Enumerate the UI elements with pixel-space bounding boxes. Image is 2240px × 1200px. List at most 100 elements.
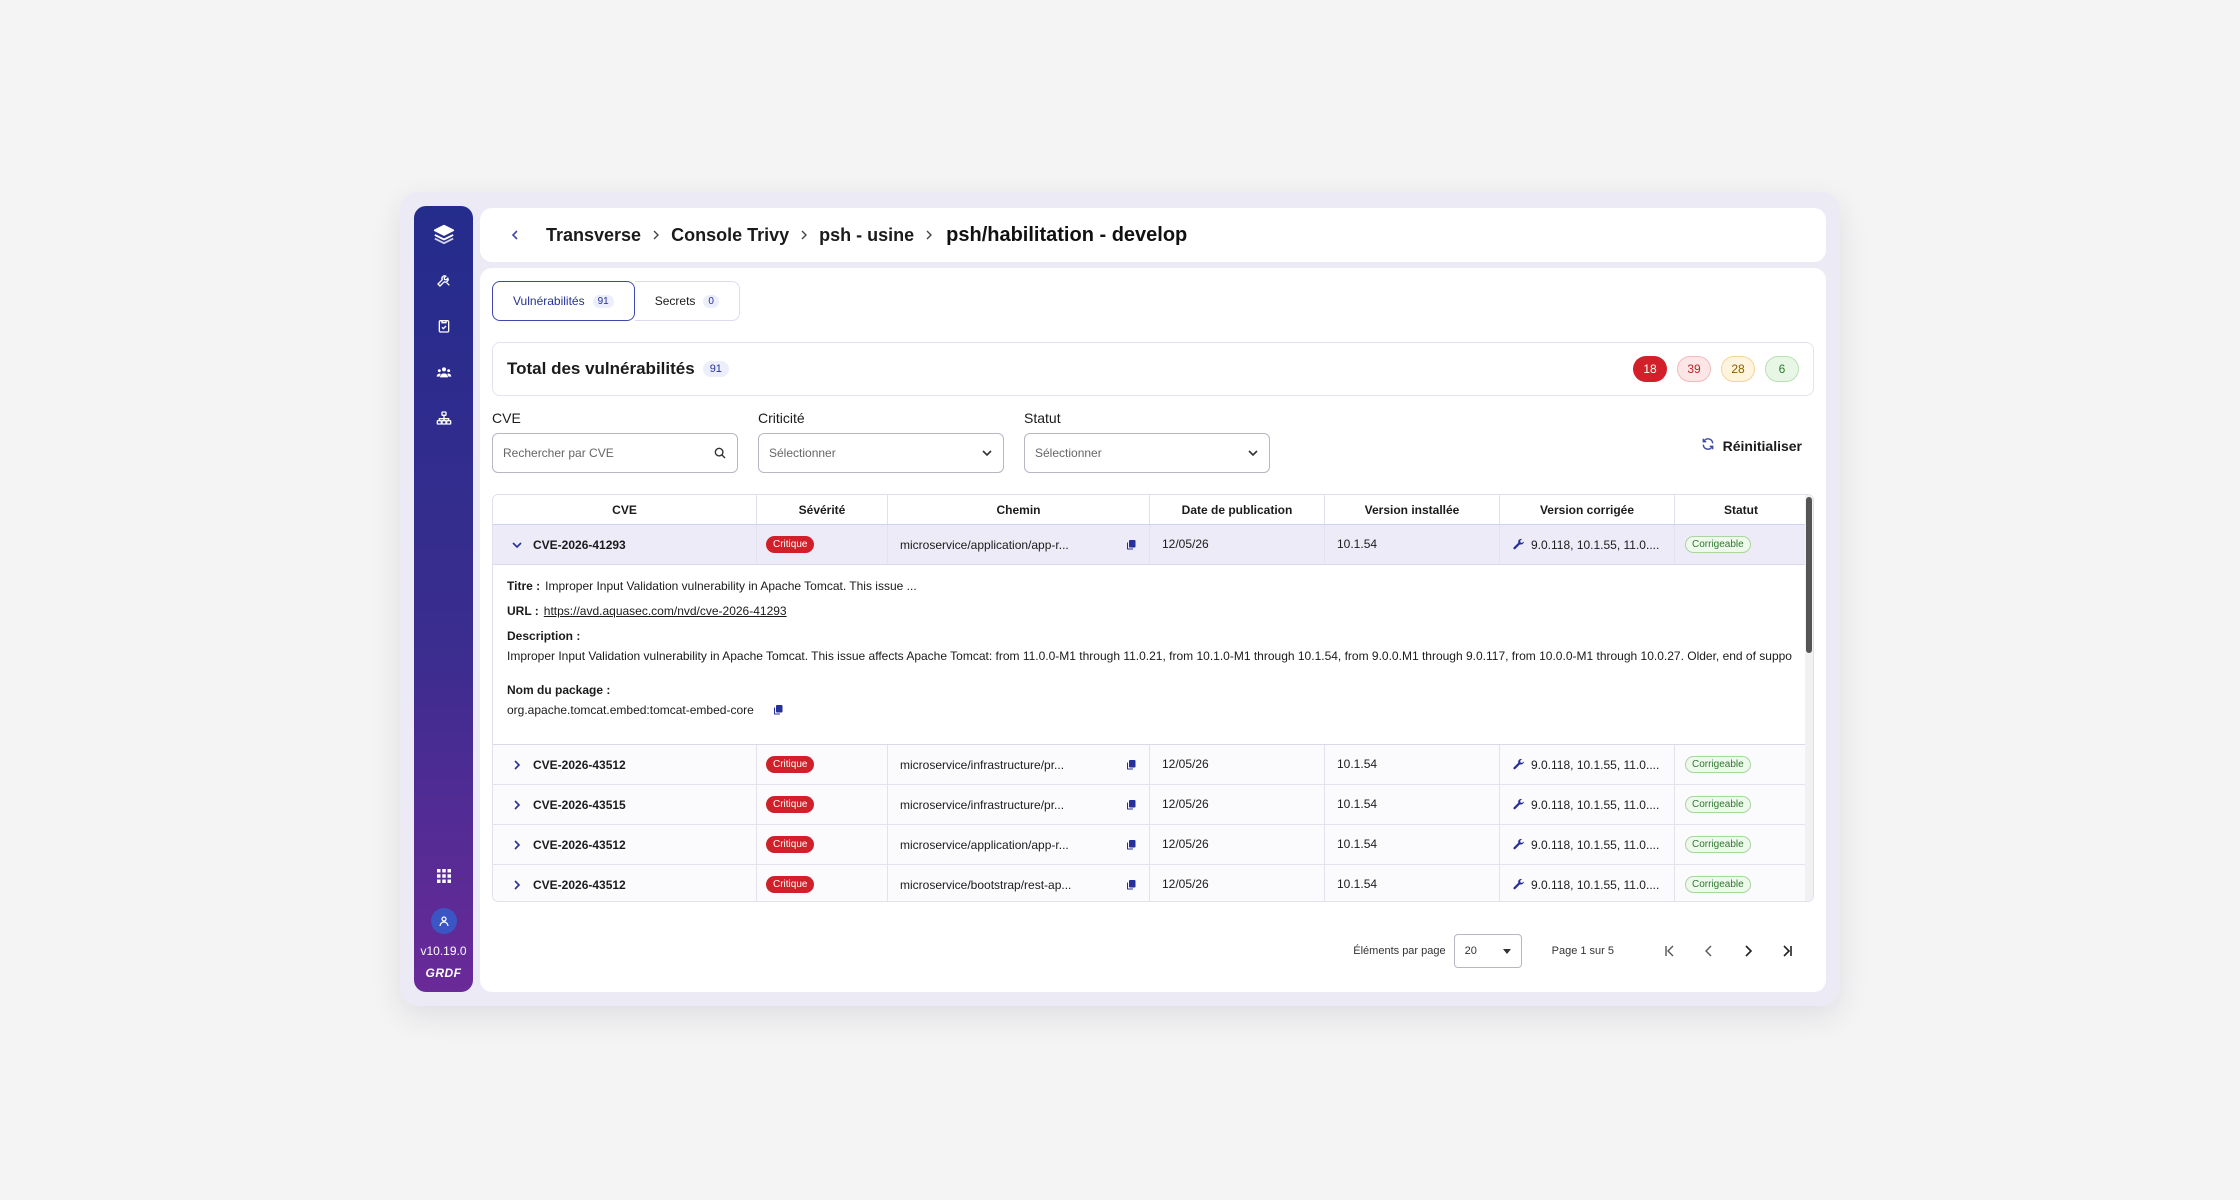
chevron-right-icon[interactable] — [509, 877, 525, 893]
table-row[interactable]: CVE-2026-43512 Critique microservice/inf… — [493, 745, 1813, 785]
copy-icon[interactable] — [1125, 539, 1137, 551]
chevron-right-icon — [799, 230, 809, 240]
per-page-select[interactable]: 20 — [1453, 934, 1522, 968]
column-header-cve[interactable]: CVE — [493, 495, 757, 524]
severity-counts: 18 39 28 6 — [1633, 356, 1799, 382]
user-avatar-icon[interactable] — [430, 908, 457, 934]
table-row[interactable]: CVE-2026-41293 Critique microservice/app… — [493, 525, 1813, 565]
tab-secrets[interactable]: Secrets 0 — [634, 281, 740, 321]
pagination: Éléments par page 20 Page 1 sur 5 — [1353, 934, 1802, 968]
severity-cell: Critique — [757, 745, 888, 784]
breadcrumb-item-console-trivy[interactable]: Console Trivy — [671, 225, 789, 246]
chevron-right-icon[interactable] — [509, 757, 525, 773]
previous-page-icon[interactable] — [1694, 936, 1724, 966]
status-badge: Corrigeable — [1685, 756, 1751, 773]
back-chevron-icon[interactable] — [504, 224, 526, 246]
reset-filters-button[interactable]: Réinitialiser — [1701, 437, 1802, 454]
copy-icon[interactable] — [1125, 879, 1137, 891]
vulnerability-summary: Total des vulnérabilités 91 18 39 28 6 — [492, 342, 1814, 396]
installed-version-cell: 10.1.54 — [1325, 825, 1500, 864]
path-cell: microservice/bootstrap/rest-ap... — [888, 865, 1150, 901]
cve-cell: CVE-2026-41293 — [493, 525, 757, 564]
cve-detail-panel: Titre : Improper Input Validation vulnera… — [493, 565, 1813, 745]
severity-badge: Critique — [766, 756, 815, 773]
column-header-statut[interactable]: Statut — [1675, 495, 1807, 524]
table-row[interactable]: CVE-2026-43515 Critique microservice/inf… — [493, 785, 1813, 825]
medium-count-badge: 28 — [1721, 356, 1755, 382]
column-header-date[interactable]: Date de publication — [1150, 495, 1325, 524]
fixed-version-text: 9.0.118, 10.1.55, 11.0.... — [1531, 537, 1660, 552]
copy-icon[interactable] — [1125, 839, 1137, 851]
sidebar: v10.19.0 GRDF — [414, 206, 473, 992]
table-row[interactable]: CVE-2026-43512 Critique microservice/app… — [493, 825, 1813, 865]
sitemap-icon[interactable] — [430, 404, 458, 432]
cve-link[interactable]: https://avd.aquasec.com/nvd/cve-2026-412… — [544, 604, 787, 618]
table-row[interactable]: CVE-2026-43512 Critique microservice/boo… — [493, 865, 1813, 901]
layers-icon[interactable] — [430, 220, 458, 248]
fixed-version-cell: 9.0.118, 10.1.55, 11.0.... — [1500, 745, 1675, 784]
column-header-severite[interactable]: Sévérité — [757, 495, 888, 524]
last-page-icon[interactable] — [1772, 936, 1802, 966]
chevron-down-icon[interactable] — [509, 537, 525, 553]
low-count-badge: 6 — [1765, 356, 1799, 382]
fixed-version-text: 9.0.118, 10.1.55, 11.0.... — [1531, 877, 1660, 892]
wrench-icon — [1512, 798, 1525, 811]
statut-select[interactable]: Sélectionner — [1024, 433, 1270, 473]
chevron-right-icon[interactable] — [509, 837, 525, 853]
severity-cell: Critique — [757, 785, 888, 824]
tab-label: Vulnérabilités — [513, 294, 585, 308]
wrench-icon — [1512, 758, 1525, 771]
next-page-icon[interactable] — [1733, 936, 1763, 966]
column-header-version-installee[interactable]: Version installée — [1325, 495, 1500, 524]
path-cell: microservice/application/app-r... — [888, 825, 1150, 864]
brand-logo: GRDF — [425, 966, 462, 980]
status-badge: Corrigeable — [1685, 796, 1751, 813]
table-scrollbar[interactable] — [1805, 495, 1813, 901]
search-placeholder: Rechercher par CVE — [503, 446, 614, 460]
breadcrumb: Transverse Console Trivy psh - usine psh… — [480, 208, 1826, 262]
page-info: Page 1 sur 5 — [1551, 945, 1614, 957]
status-cell: Corrigeable — [1675, 865, 1807, 901]
copy-icon[interactable] — [1125, 759, 1137, 771]
reset-label: Réinitialiser — [1722, 437, 1802, 454]
tabs: Vulnérabilités 91 Secrets 0 — [492, 281, 740, 321]
scrollbar-thumb[interactable] — [1806, 497, 1812, 653]
breadcrumb-item-transverse[interactable]: Transverse — [546, 225, 641, 246]
status-cell: Corrigeable — [1675, 825, 1807, 864]
detail-label: URL : — [507, 604, 539, 618]
clipboard-check-icon[interactable] — [430, 312, 458, 340]
refresh-icon — [1701, 437, 1715, 454]
date-cell: 12/05/26 — [1150, 745, 1325, 784]
per-page-label: Éléments par page — [1353, 945, 1446, 957]
column-header-chemin[interactable]: Chemin — [888, 495, 1150, 524]
filter-label: Statut — [1024, 410, 1061, 426]
chevron-right-icon[interactable] — [509, 797, 525, 813]
table-header: CVE Sévérité Chemin Date de publication … — [493, 495, 1813, 525]
path-cell: microservice/application/app-r... — [888, 525, 1150, 564]
tab-vulnerabilites[interactable]: Vulnérabilités 91 — [492, 281, 635, 321]
summary-title: Total des vulnérabilités — [507, 359, 695, 378]
breadcrumb-item-psh-usine[interactable]: psh - usine — [819, 225, 914, 246]
users-icon[interactable] — [430, 358, 458, 386]
cve-search-input[interactable]: Rechercher par CVE — [492, 433, 738, 473]
cve-cell: CVE-2026-43512 — [493, 745, 757, 784]
fixed-version-cell: 9.0.118, 10.1.55, 11.0.... — [1500, 825, 1675, 864]
apps-grid-icon[interactable] — [430, 862, 458, 890]
summary-count-badge: 91 — [702, 361, 729, 377]
criticite-select[interactable]: Sélectionner — [758, 433, 1004, 473]
column-header-version-corrigee[interactable]: Version corrigée — [1500, 495, 1675, 524]
copy-icon[interactable] — [1125, 799, 1137, 811]
high-count-badge: 39 — [1677, 356, 1711, 382]
vulnerabilities-table: CVE Sévérité Chemin Date de publication … — [492, 494, 1814, 902]
detail-label: Description : — [507, 629, 581, 643]
path-text: microservice/infrastructure/pr... — [900, 757, 1065, 772]
copy-icon[interactable] — [772, 704, 784, 716]
tools-icon[interactable] — [430, 266, 458, 294]
date-cell: 12/05/26 — [1150, 525, 1325, 564]
fixed-version-cell: 9.0.118, 10.1.55, 11.0.... — [1500, 785, 1675, 824]
path-cell: microservice/infrastructure/pr... — [888, 745, 1150, 784]
first-page-icon[interactable] — [1655, 936, 1685, 966]
cve-id: CVE-2026-43512 — [533, 837, 626, 852]
detail-package-label: Nom du package : — [507, 683, 1799, 697]
filter-label: Criticité — [758, 410, 805, 426]
